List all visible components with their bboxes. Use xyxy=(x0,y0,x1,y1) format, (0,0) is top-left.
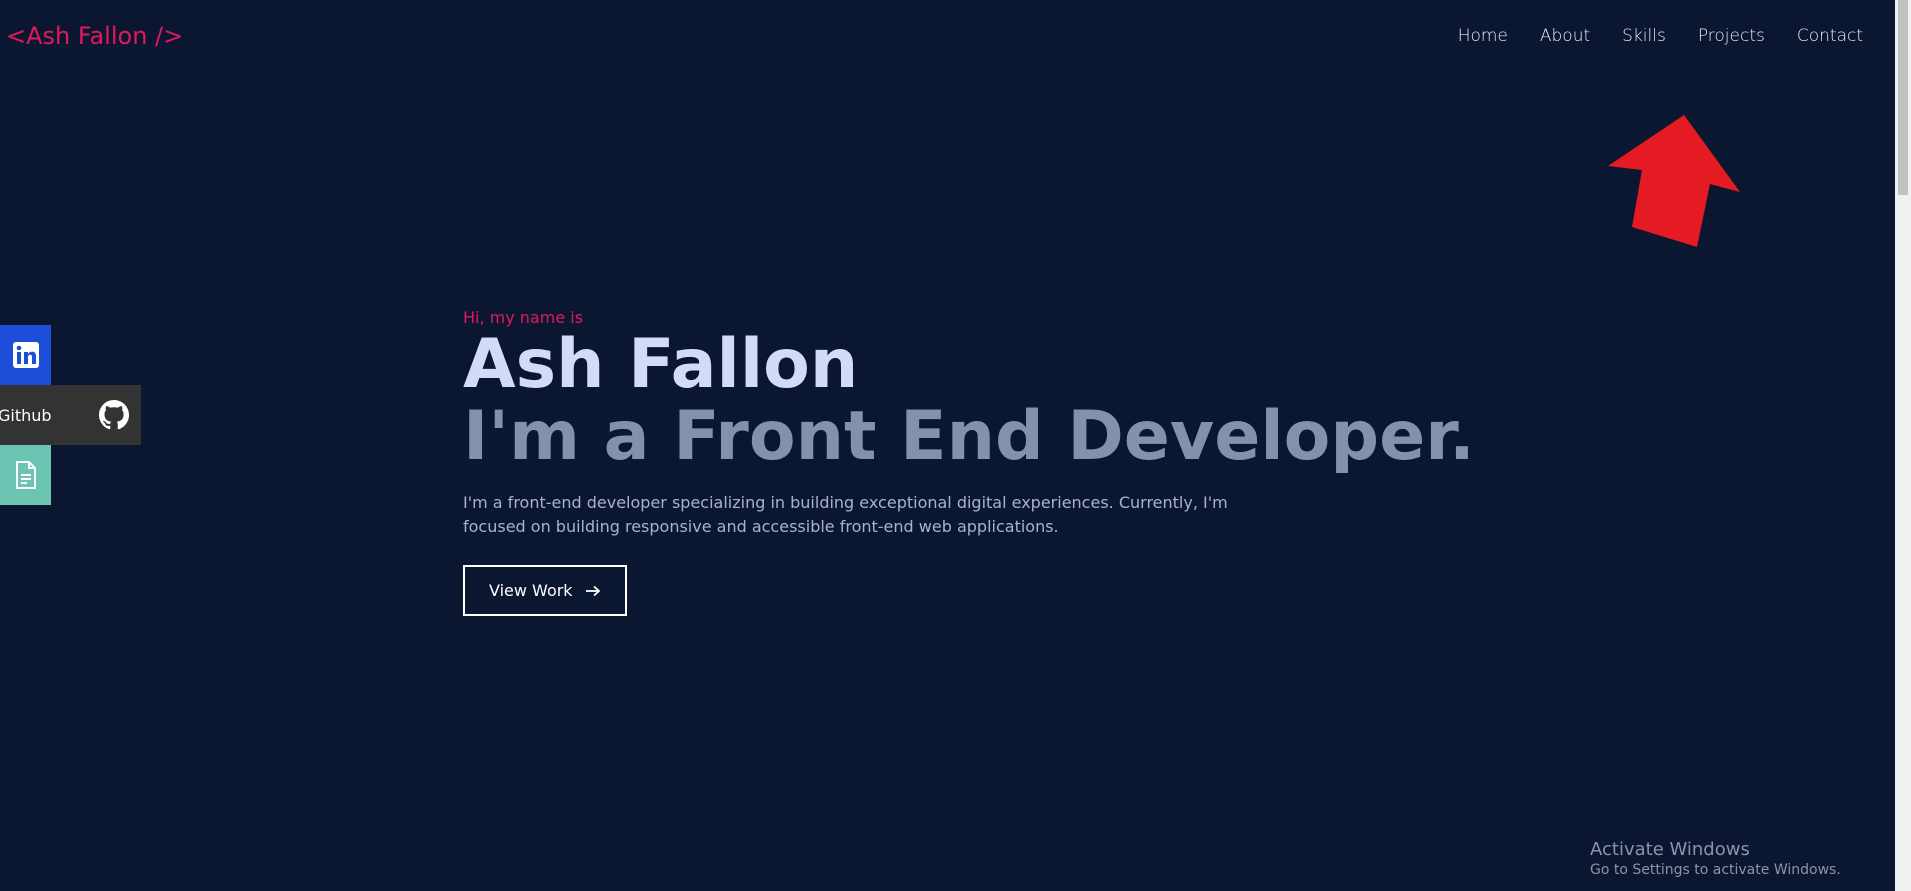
main-nav: Home About Skills Projects Contact xyxy=(1458,26,1863,46)
github-label: Github xyxy=(0,405,52,425)
watermark-subtitle: Go to Settings to activate Windows. xyxy=(1590,862,1841,878)
nav-projects[interactable]: Projects xyxy=(1698,26,1765,46)
github-icon xyxy=(99,400,129,430)
hero-role: I'm a Front End Developer. xyxy=(463,397,1475,476)
resume-link[interactable] xyxy=(0,445,51,505)
linkedin-link[interactable] xyxy=(0,325,51,385)
activate-windows-watermark: Activate Windows Go to Settings to activ… xyxy=(1590,839,1841,878)
scrollbar-thumb[interactable] xyxy=(1898,0,1908,195)
linkedin-icon xyxy=(12,342,39,368)
github-link[interactable]: Github xyxy=(0,385,141,445)
red-arrow-annotation xyxy=(1608,115,1740,247)
nav-about[interactable]: About xyxy=(1540,26,1590,46)
view-work-label: View Work xyxy=(489,581,573,600)
file-icon xyxy=(15,461,36,489)
watermark-title: Activate Windows xyxy=(1590,839,1750,860)
hero-description: I'm a front-end developer specializing i… xyxy=(463,493,1228,536)
social-sidebar: Github xyxy=(0,325,141,505)
hero-name: Ash Fallon xyxy=(463,325,859,404)
view-work-button[interactable]: View Work xyxy=(463,565,627,616)
page-scrollbar[interactable] xyxy=(1895,0,1911,891)
hero-section: Hi, my name is Ash Fallon I'm a Front En… xyxy=(463,308,1475,616)
nav-home[interactable]: Home xyxy=(1458,26,1508,46)
nav-contact[interactable]: Contact xyxy=(1797,26,1863,46)
site-logo[interactable]: <Ash Fallon /> xyxy=(6,22,183,50)
arrow-right-icon xyxy=(585,585,600,596)
page: <Ash Fallon /> Home About Skills Project… xyxy=(0,0,1911,891)
nav-skills[interactable]: Skills xyxy=(1622,26,1666,46)
